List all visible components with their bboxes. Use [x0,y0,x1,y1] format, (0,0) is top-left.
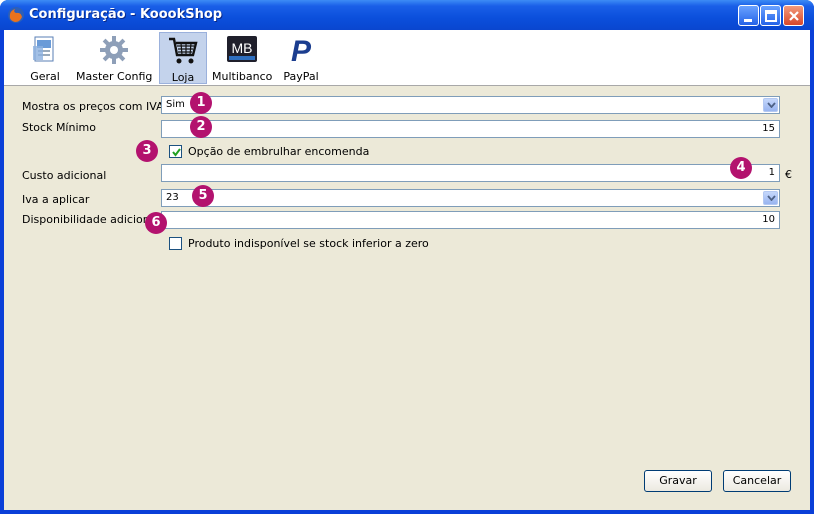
produto-indisponivel-checkbox[interactable] [169,237,182,250]
stock-minimo-input[interactable]: 15 [161,120,780,138]
produto-indisponivel-label: Produto indisponível se stock inferior a… [188,237,429,250]
disponibilidade-label: Disponibilidade adicional [22,213,160,226]
maximize-icon [765,10,777,22]
callout-badge-1: 1 [190,92,212,114]
iva-label: Iva a aplicar [22,193,90,206]
paypal-logo-text: P [291,35,312,66]
chevron-down-icon [767,102,776,108]
mostra-precos-label: Mostra os preços com IVA? [22,100,170,113]
mostra-precos-select[interactable]: Sim [161,96,780,114]
stock-minimo-value: 15 [762,123,775,134]
iva-dropdown-button[interactable] [763,191,778,205]
gear-icon [100,36,128,64]
minimize-icon [744,19,752,22]
title-bar[interactable]: Configuração - KoookShop [0,0,814,30]
close-button[interactable] [783,5,804,26]
minimize-button[interactable] [738,5,759,26]
mostra-precos-dropdown-button[interactable] [763,98,778,112]
tab-paypal-label: PayPal [283,70,319,83]
callout-badge-4: 4 [730,157,752,179]
iva-select[interactable]: 23 [161,189,780,207]
maximize-button[interactable] [760,5,781,26]
custo-adicional-value: 1 [768,167,775,178]
app-window: Configuração - KoookShop Geral Master Co… [0,0,814,514]
embrulhar-checkbox[interactable] [169,145,182,158]
embrulhar-label: Opção de embrulhar encomenda [188,145,370,158]
iva-value: 23 [166,192,179,203]
tab-multibanco[interactable]: MB Multibanco [212,32,272,84]
tab-paypal[interactable]: P PayPal [278,32,324,84]
callout-badge-2: 2 [190,116,212,138]
multibanco-icon: MB [227,36,257,62]
tab-geral[interactable]: Geral [20,32,70,84]
tab-multibanco-label: Multibanco [212,70,273,83]
window-title: Configuração - KoookShop [29,7,223,22]
firefox-icon [8,7,24,23]
document-icon [33,36,54,62]
currency-symbol: € [785,168,792,181]
checkmark-icon [172,148,181,157]
custo-adicional-input[interactable]: 1 [161,164,780,182]
callout-badge-5: 5 [192,185,214,207]
close-icon [789,11,799,21]
disponibilidade-value: 10 [762,214,775,225]
tab-loja[interactable]: Loja [159,32,207,84]
tab-master-config-label: Master Config [76,70,153,83]
cart-icon [169,37,198,64]
custo-adicional-label: Custo adicional [22,169,107,182]
tab-master-config[interactable]: Master Config [76,32,152,84]
mostra-precos-value: Sim [166,99,185,110]
callout-badge-6: 6 [145,212,167,234]
chevron-down-icon [767,195,776,201]
cancel-button[interactable]: Cancelar [723,470,791,492]
tab-loja-label: Loja [171,71,195,84]
tab-geral-label: Geral [30,70,60,83]
client-area: Geral Master Config Loja MB Multibanco P… [4,30,810,510]
stock-minimo-label: Stock Mínimo [22,121,96,134]
toolbar: Geral Master Config Loja MB Multibanco P… [4,30,810,86]
disponibilidade-input[interactable]: 10 [161,211,780,229]
multibanco-logo-text: MB [232,40,253,56]
callout-badge-3: 3 [136,140,158,162]
paypal-icon: P [291,35,312,66]
save-button[interactable]: Gravar [644,470,712,492]
